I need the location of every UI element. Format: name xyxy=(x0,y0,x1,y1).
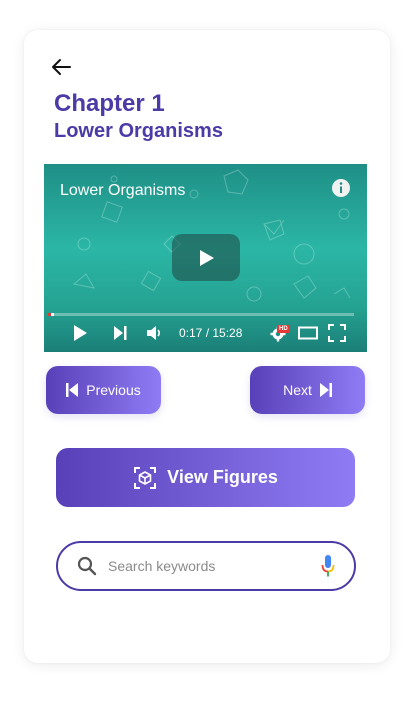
video-progress-bar[interactable] xyxy=(48,313,354,316)
skip-previous-icon xyxy=(66,383,79,397)
video-title: Lower Organisms xyxy=(60,182,186,199)
page-title: Chapter 1 xyxy=(54,90,165,117)
search-bar[interactable] xyxy=(56,541,356,591)
theater-mode-icon[interactable] xyxy=(298,324,318,342)
big-play-button[interactable] xyxy=(172,234,240,281)
search-icon xyxy=(77,556,97,576)
next-button[interactable]: Next xyxy=(250,366,365,414)
play-icon xyxy=(200,249,214,266)
view-figures-label: View Figures xyxy=(167,467,278,487)
skip-next-icon[interactable] xyxy=(112,324,128,342)
previous-button[interactable]: Previous xyxy=(46,366,161,414)
back-arrow-icon[interactable] xyxy=(50,56,72,78)
search-input[interactable] xyxy=(106,554,310,578)
previous-label: Previous xyxy=(86,382,141,398)
video-progress-marker xyxy=(48,313,51,316)
3d-scan-icon xyxy=(134,466,157,489)
duration: 15:28 xyxy=(212,326,243,340)
video-time-display: 0:17 / 15:28 xyxy=(179,326,242,340)
play-icon[interactable] xyxy=(72,324,88,342)
microphone-icon[interactable] xyxy=(320,554,336,578)
next-label: Next xyxy=(283,382,312,398)
info-icon[interactable] xyxy=(331,178,351,198)
page-subtitle: Lower Organisms xyxy=(54,120,223,142)
view-figures-button[interactable]: View Figures xyxy=(56,448,355,507)
volume-icon[interactable] xyxy=(145,324,163,342)
skip-next-icon xyxy=(319,383,332,397)
fullscreen-icon[interactable] xyxy=(328,324,346,342)
video-player[interactable]: Lower Organisms 0:17 / 15:28 HD xyxy=(44,164,367,352)
time-separator: / xyxy=(202,326,213,340)
current-time: 0:17 xyxy=(179,326,203,340)
hd-badge: HD xyxy=(277,325,290,333)
